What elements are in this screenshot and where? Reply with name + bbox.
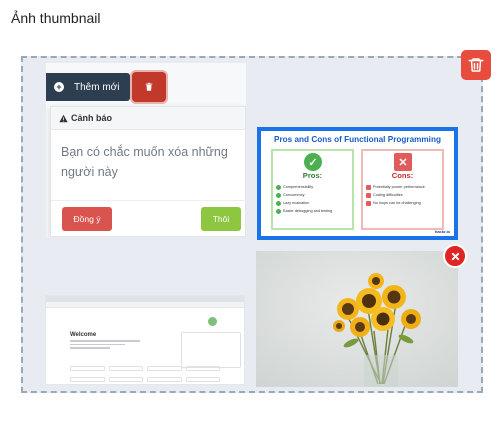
cons-item: Potentially poorer performance <box>373 185 425 189</box>
remove-thumbnail-button[interactable] <box>443 244 467 268</box>
info-card <box>181 332 241 368</box>
pros-list: Comprehensibility Concurrency Lazy evalu… <box>276 183 332 215</box>
browser-content: Welcome <box>46 308 244 382</box>
cons-list: Potentially poorer performance Coding di… <box>366 183 425 207</box>
check-icon: ✓ <box>304 153 322 171</box>
delete-button <box>132 72 166 102</box>
list-item: Comprehensibility <box>276 183 332 191</box>
brand-logo: hackr.io <box>434 229 450 234</box>
x-icon: ✕ <box>394 153 412 171</box>
delete-all-button[interactable] <box>461 50 491 80</box>
cancel-button: Thôi <box>201 207 241 231</box>
add-new-label: Thêm mới <box>74 81 120 93</box>
infographic-canvas: Pros and Cons of Functional Programming … <box>261 131 454 236</box>
pros-heading: Pros: <box>302 171 323 180</box>
bullet-icon <box>276 208 281 214</box>
list-item: Concurrency <box>276 191 332 199</box>
site-logo: Welcome <box>70 332 97 338</box>
bullet-icon <box>276 200 281 206</box>
warning-popover: Cảnh báo Bạn có chắc muốn xóa những ngườ… <box>50 106 246 237</box>
pros-item: Lazy evaluation <box>283 201 310 205</box>
thumbnail-photo[interactable] <box>256 251 458 387</box>
thumbnail-browser-screenshot[interactable]: Welcome <box>45 295 245 385</box>
list-item: Lazy evaluation <box>276 199 332 207</box>
warning-icon <box>59 114 68 122</box>
link-row <box>70 366 220 372</box>
cons-item: No loops can be challenging <box>373 201 421 205</box>
bullet-icon <box>366 192 371 198</box>
bullet-icon <box>366 200 371 206</box>
avatar <box>208 317 217 326</box>
sunflower-photo <box>256 251 458 387</box>
list-item: Potentially poorer performance <box>366 183 425 191</box>
warning-actions: Đồng ý Thôi <box>51 200 246 237</box>
link-row <box>70 377 220 383</box>
warning-message: Bạn có chắc muốn xóa những người này <box>61 145 228 179</box>
site-subtitle <box>70 340 150 350</box>
pros-item: Easier debugging and testing <box>283 209 333 213</box>
cons-panel: ✕ Cons: Potentially poorer performance C… <box>361 149 444 230</box>
thumbnail-screenshot[interactable]: + Thêm mới Cảnh báo Bạn có chắc muốn xóa… <box>46 63 246 237</box>
warning-title: Cảnh báo <box>71 113 113 123</box>
trash-icon <box>468 58 484 72</box>
warning-header: Cảnh báo <box>51 107 245 130</box>
close-icon <box>451 252 459 260</box>
thumbnail-field-label: Ảnh thumbnail <box>11 10 101 26</box>
plus-icon: + <box>54 82 64 92</box>
cons-item: Coding difficulties <box>373 193 403 197</box>
pros-item: Comprehensibility <box>283 185 314 189</box>
bullet-icon <box>366 184 371 190</box>
trash-icon <box>145 82 153 91</box>
infographic-title: Pros and Cons of Functional Programming <box>274 135 441 144</box>
bullet-icon <box>276 184 281 190</box>
list-item: Coding difficulties <box>366 191 425 199</box>
cons-heading: Cons: <box>391 171 414 180</box>
add-new-button: + Thêm mới <box>46 73 130 101</box>
bullet-icon <box>276 192 281 198</box>
thumbnail-infographic[interactable]: Pros and Cons of Functional Programming … <box>257 127 458 240</box>
list-item: No loops can be challenging <box>366 199 425 207</box>
list-item: Easier debugging and testing <box>276 207 332 215</box>
pros-panel: ✓ Pros: Comprehensibility Concurrency La… <box>271 149 354 230</box>
confirm-button: Đồng ý <box>62 207 112 231</box>
pros-item: Concurrency <box>283 193 305 197</box>
